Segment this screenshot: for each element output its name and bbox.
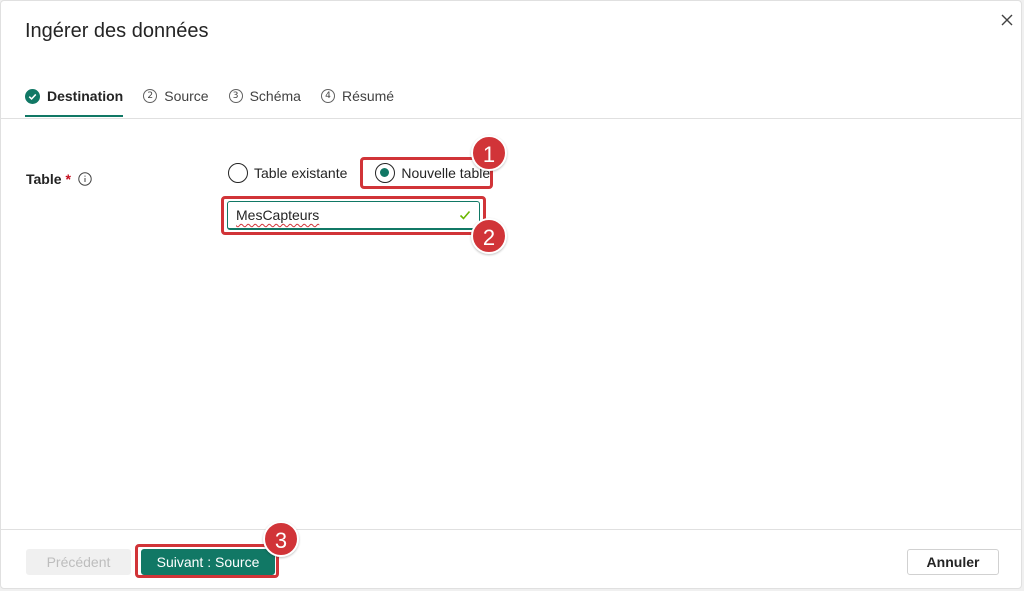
tab-destination-label: Destination <box>47 88 124 104</box>
ingest-dialog: Ingérer des données Destination 2 Source… <box>0 0 1022 589</box>
annotation-highlight-table-name <box>221 196 486 235</box>
close-icon[interactable] <box>997 10 1017 30</box>
radio-existing-table[interactable]: Table existante <box>228 163 347 183</box>
tab-schema[interactable]: 3 Schéma <box>228 85 301 107</box>
previous-button[interactable]: Précédent <box>26 549 131 575</box>
info-icon[interactable] <box>78 172 92 186</box>
step-number: 3 <box>228 89 243 103</box>
tab-schema-label: Schéma <box>249 88 301 104</box>
dialog-title: Ingérer des données <box>25 20 209 42</box>
annotation-badge-1: 1 <box>471 135 507 171</box>
radio-circle <box>228 163 248 183</box>
tabs-divider <box>1 118 1021 119</box>
step-number: 2 <box>143 89 158 103</box>
tab-source-label: Source <box>164 88 209 104</box>
tab-summary[interactable]: 4 Résumé <box>320 85 395 107</box>
annotation-highlight-next-button <box>135 544 279 578</box>
step-number: 4 <box>320 89 335 103</box>
footer-divider <box>1 529 1021 530</box>
cancel-button[interactable]: Annuler <box>907 549 999 575</box>
annotation-badge-3: 3 <box>263 521 299 557</box>
annotation-badge-2: 2 <box>471 218 507 254</box>
tab-source[interactable]: 2 Source <box>143 85 209 107</box>
tab-summary-label: Résumé <box>341 88 395 104</box>
wizard-steps: Destination 2 Source 3 Schéma 4 Résumé <box>25 85 414 119</box>
check-circle-icon <box>25 88 40 104</box>
tab-destination[interactable]: Destination <box>25 85 124 117</box>
table-field-label: Table * <box>26 171 92 187</box>
radio-existing-label: Table existante <box>254 165 348 181</box>
required-marker: * <box>65 171 71 187</box>
table-label-text: Table <box>26 171 62 187</box>
